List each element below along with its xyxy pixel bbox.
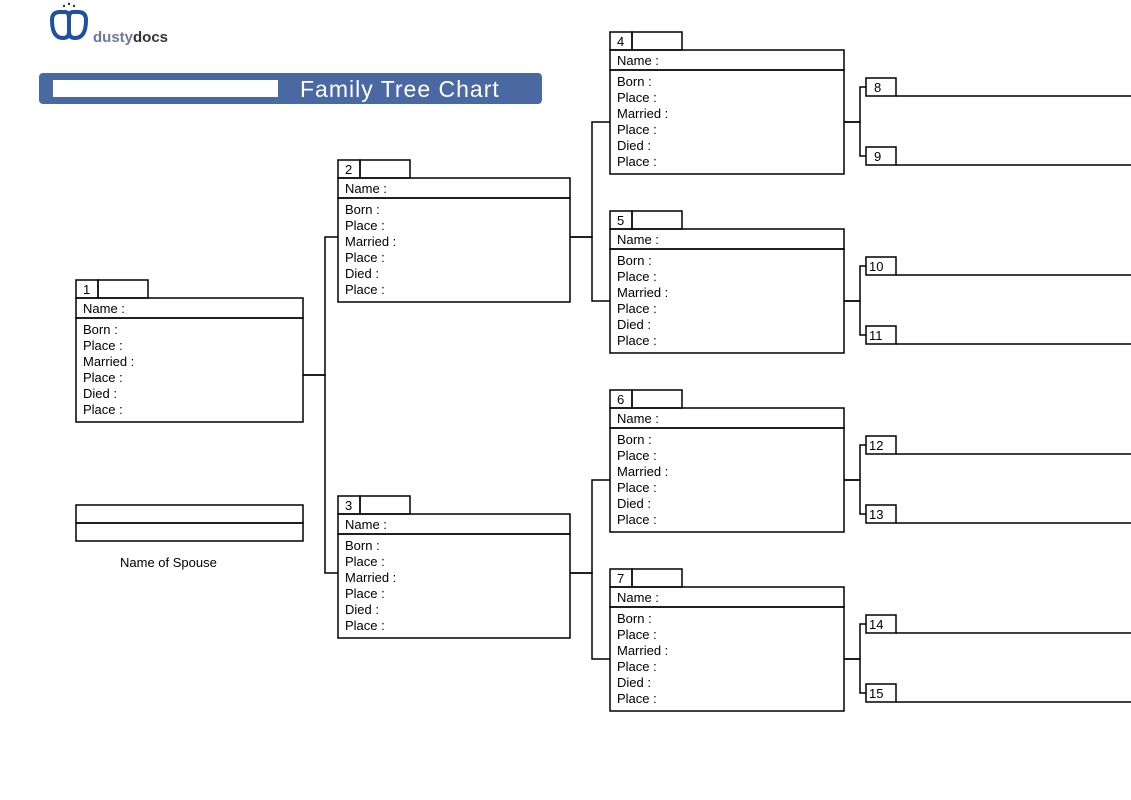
svg-text:Place :: Place : [617, 90, 657, 105]
ancestor-box-7[interactable]: 7Name :Born :Place :Married :Place :Died… [610, 569, 844, 711]
svg-text:Born :: Born : [617, 74, 652, 89]
svg-text:14: 14 [869, 617, 883, 632]
svg-text:Died :: Died : [617, 138, 651, 153]
svg-text:Born :: Born : [345, 202, 380, 217]
svg-text:Place :: Place : [345, 282, 385, 297]
tab-13[interactable]: 13 [866, 505, 1131, 523]
svg-text:Place :: Place : [617, 691, 657, 706]
ancestor-box-3[interactable]: 3Name :Born :Place :Married :Place :Died… [338, 496, 570, 638]
svg-text:8: 8 [874, 80, 881, 95]
brand-docs: docs [133, 29, 168, 46]
svg-text:15: 15 [869, 686, 883, 701]
ancestor-box-5[interactable]: 5Name :Born :Place :Married :Place :Died… [610, 211, 844, 353]
tab-9[interactable]: 9 [866, 147, 1131, 165]
svg-text:Place :: Place : [617, 154, 657, 169]
svg-text:Married :: Married : [617, 643, 668, 658]
svg-text:Place :: Place : [345, 218, 385, 233]
svg-text:Name :: Name : [617, 411, 659, 426]
logo: dustydocs [52, 3, 168, 46]
svg-text:5: 5 [617, 213, 624, 228]
svg-text:12: 12 [869, 438, 883, 453]
svg-text:Died :: Died : [83, 386, 117, 401]
svg-text:6: 6 [617, 392, 624, 407]
tab-15[interactable]: 15 [866, 684, 1131, 702]
svg-text:dustydocs: dustydocs [93, 29, 168, 46]
svg-text:Born :: Born : [83, 322, 118, 337]
svg-text:Born :: Born : [617, 253, 652, 268]
tab-8[interactable]: 8 [866, 78, 1131, 96]
svg-text:Married :: Married : [83, 354, 134, 369]
svg-text:Place :: Place : [345, 586, 385, 601]
svg-text:Place :: Place : [617, 269, 657, 284]
ancestor-box-2[interactable]: 2Name :Born :Place :Married :Place :Died… [338, 160, 570, 302]
svg-text:Died :: Died : [617, 496, 651, 511]
svg-text:4: 4 [617, 34, 624, 49]
svg-text:Name :: Name : [617, 53, 659, 68]
tab-10[interactable]: 10 [866, 257, 1131, 275]
svg-text:Place :: Place : [83, 338, 123, 353]
svg-text:Name :: Name : [345, 517, 387, 532]
svg-text:Place :: Place : [617, 333, 657, 348]
svg-text:Born :: Born : [617, 432, 652, 447]
ancestor-box-1[interactable]: 1Name :Born :Place :Married :Place :Died… [76, 280, 303, 422]
svg-text:Place :: Place : [345, 554, 385, 569]
svg-text:11: 11 [869, 328, 883, 343]
svg-text:Place :: Place : [83, 402, 123, 417]
tab-11[interactable]: 11 [866, 326, 1131, 344]
svg-text:Died :: Died : [617, 675, 651, 690]
svg-text:10: 10 [869, 259, 883, 274]
svg-text:Place :: Place : [617, 122, 657, 137]
svg-text:Name :: Name : [345, 181, 387, 196]
svg-text:Married :: Married : [617, 285, 668, 300]
svg-text:Died :: Died : [345, 602, 379, 617]
svg-text:1: 1 [83, 282, 90, 297]
svg-text:Married :: Married : [617, 464, 668, 479]
brand-dusty: dusty [93, 29, 134, 46]
tab-12[interactable]: 12 [866, 436, 1131, 454]
svg-text:Name :: Name : [617, 590, 659, 605]
spouse-label: Name of Spouse [120, 555, 217, 570]
svg-text:2: 2 [345, 162, 352, 177]
svg-text:Place :: Place : [617, 480, 657, 495]
svg-text:Place :: Place : [617, 448, 657, 463]
spouse-box[interactable]: Name of Spouse [76, 505, 303, 570]
ancestor-box-6[interactable]: 6Name :Born :Place :Married :Place :Died… [610, 390, 844, 532]
svg-text:Place :: Place : [345, 618, 385, 633]
svg-text:Name :: Name : [617, 232, 659, 247]
svg-text:Died :: Died : [345, 266, 379, 281]
svg-text:Place :: Place : [617, 301, 657, 316]
family-tree-chart: dustydocs Family Tree Chart 1 Name : Born … [0, 0, 1131, 800]
svg-text:Married :: Married : [345, 234, 396, 249]
svg-text:Married :: Married : [345, 570, 396, 585]
svg-text:Married :: Married : [617, 106, 668, 121]
svg-text:3: 3 [345, 498, 352, 513]
page-title: Family Tree Chart [300, 76, 500, 102]
svg-text:13: 13 [869, 507, 883, 522]
svg-text:Place :: Place : [617, 512, 657, 527]
svg-text:9: 9 [874, 149, 881, 164]
ancestor-box-4[interactable]: 4Name :Born :Place :Married :Place :Died… [610, 32, 844, 174]
title-input-box[interactable] [53, 80, 278, 97]
svg-text:7: 7 [617, 571, 624, 586]
svg-text:Name :: Name : [83, 301, 125, 316]
tab-14[interactable]: 14 [866, 615, 1131, 633]
svg-text:Place :: Place : [617, 659, 657, 674]
svg-text:Died :: Died : [617, 317, 651, 332]
svg-text:Born :: Born : [345, 538, 380, 553]
svg-text:Born :: Born : [617, 611, 652, 626]
svg-text:Place :: Place : [617, 627, 657, 642]
svg-text:Place :: Place : [345, 250, 385, 265]
svg-text:Place :: Place : [83, 370, 123, 385]
